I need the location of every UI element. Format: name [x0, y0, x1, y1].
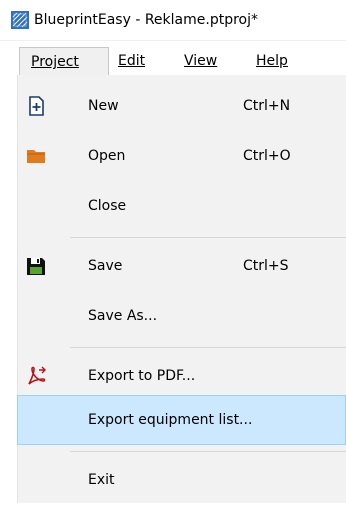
menu-separator [70, 237, 346, 238]
menu-item-label: Close [88, 198, 127, 214]
pdf-icon [28, 366, 46, 385]
menu-view[interactable]: View [184, 51, 217, 71]
menu-item-close[interactable]: Close [17, 181, 346, 231]
menu-item-new[interactable]: New Ctrl+N [17, 81, 346, 131]
menu-item-save[interactable]: Save Ctrl+S [17, 241, 346, 291]
menu-help[interactable]: Help [256, 51, 288, 71]
menu-edit[interactable]: Edit [118, 51, 145, 71]
menu-item-label: Export to PDF... [88, 368, 196, 384]
menu-item-export-pdf[interactable]: Export to PDF... [17, 351, 346, 401]
project-dropdown-menu: New Ctrl+N Open Ctrl+O Close Save Ctrl+S… [0, 75, 346, 503]
floppy-save-icon [27, 258, 45, 275]
menu-item-label: Exit [88, 472, 115, 488]
menu-project-label: Project [31, 54, 79, 70]
menu-project[interactable]: Project [19, 47, 109, 77]
new-document-icon [29, 96, 44, 116]
menu-item-label: Open [88, 148, 126, 164]
menu-item-label: New [88, 98, 119, 114]
blueprint-app-icon [11, 11, 29, 29]
menu-separator [70, 347, 346, 348]
menu-item-exit[interactable]: Exit [17, 455, 346, 505]
menu-item-label: Save [88, 258, 123, 274]
menu-item-export-equipment-list[interactable]: Export equipment list... [17, 395, 346, 445]
title-bar: BlueprintEasy - Reklame.ptproj* [0, 0, 346, 41]
menu-item-shortcut: Ctrl+O [243, 148, 291, 164]
window-title: BlueprintEasy - Reklame.ptproj* [34, 12, 258, 28]
menu-item-save-as[interactable]: Save As... [17, 291, 346, 341]
folder-icon [27, 150, 45, 163]
menu-item-shortcut: Ctrl+N [243, 98, 291, 114]
menu-item-open[interactable]: Open Ctrl+O [17, 131, 346, 181]
menu-separator [70, 451, 346, 452]
menu-item-label: Save As... [88, 308, 158, 324]
menu-item-shortcut: Ctrl+S [243, 258, 289, 274]
menu-item-label: Export equipment list... [88, 412, 253, 428]
